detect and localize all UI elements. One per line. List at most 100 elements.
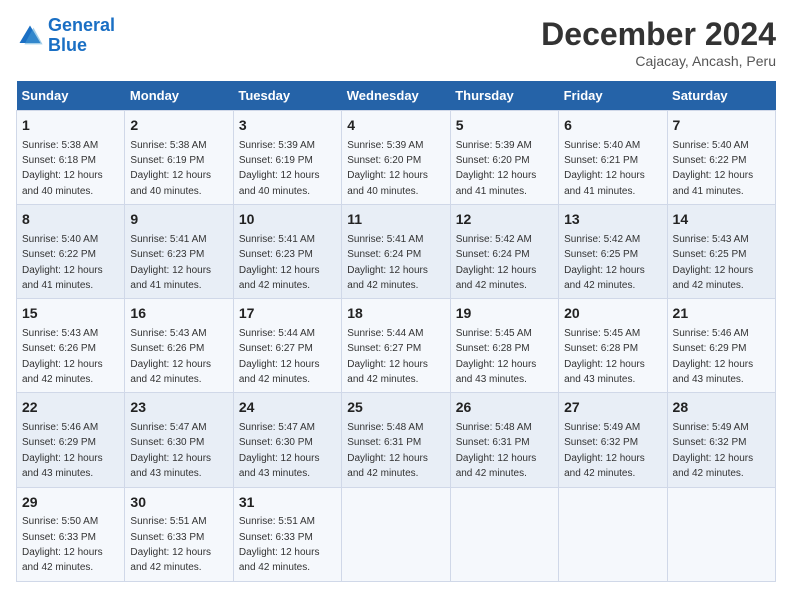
- calendar-cell: 28 Sunrise: 5:49 AMSunset: 6:32 PMDayligh…: [667, 393, 775, 487]
- day-info: Sunrise: 5:49 AMSunset: 6:32 PMDaylight:…: [673, 422, 754, 479]
- calendar-cell: 1 Sunrise: 5:38 AMSunset: 6:18 PMDaylight…: [17, 111, 125, 205]
- calendar-cell: 21Sunrise: 5:46 AMSunset: 6:29 PMDayligh…: [667, 299, 775, 393]
- day-number: 7: [673, 116, 770, 136]
- logo-text: General Blue: [48, 16, 115, 56]
- day-number: 30: [130, 493, 227, 513]
- weekday-header: Tuesday: [233, 81, 341, 111]
- calendar-cell: 15 Sunrise: 5:43 AMSunset: 6:26 PMDayligh…: [17, 299, 125, 393]
- calendar-cell: 5Sunrise: 5:39 AMSunset: 6:20 PMDaylight…: [450, 111, 558, 205]
- calendar-cell: 30 Sunrise: 5:51 AMSunset: 6:33 PMDayligh…: [125, 487, 233, 581]
- calendar-cell: [450, 487, 558, 581]
- day-info: Sunrise: 5:38 AMSunset: 6:19 PMDaylight:…: [130, 140, 211, 197]
- day-number: 27: [564, 398, 661, 418]
- calendar-cell: 3 Sunrise: 5:39 AMSunset: 6:19 PMDaylight…: [233, 111, 341, 205]
- day-info: Sunrise: 5:41 AMSunset: 6:24 PMDaylight:…: [347, 234, 428, 291]
- calendar-cell: [342, 487, 450, 581]
- calendar-cell: 17Sunrise: 5:44 AMSunset: 6:27 PMDayligh…: [233, 299, 341, 393]
- calendar-cell: 20 Sunrise: 5:45 AMSunset: 6:28 PMDayligh…: [559, 299, 667, 393]
- day-number: 23: [130, 398, 227, 418]
- calendar-cell: 9Sunrise: 5:41 AMSunset: 6:23 PMDaylight…: [125, 205, 233, 299]
- calendar-table: SundayMondayTuesdayWednesdayThursdayFrid…: [16, 81, 776, 582]
- day-info: Sunrise: 5:44 AMSunset: 6:27 PMDaylight:…: [347, 328, 428, 385]
- day-number: 25: [347, 398, 444, 418]
- day-info: Sunrise: 5:45 AMSunset: 6:28 PMDaylight:…: [456, 328, 537, 385]
- day-number: 6: [564, 116, 661, 136]
- weekday-header: Sunday: [17, 81, 125, 111]
- main-title: December 2024: [541, 16, 776, 53]
- day-info: Sunrise: 5:39 AMSunset: 6:20 PMDaylight:…: [347, 140, 428, 197]
- calendar-cell: 26 Sunrise: 5:48 AMSunset: 6:31 PMDayligh…: [450, 393, 558, 487]
- day-number: 5: [456, 116, 553, 136]
- calendar-cell: 4 Sunrise: 5:39 AMSunset: 6:20 PMDaylight…: [342, 111, 450, 205]
- day-info: Sunrise: 5:43 AMSunset: 6:25 PMDaylight:…: [673, 234, 754, 291]
- day-info: Sunrise: 5:48 AMSunset: 6:31 PMDaylight:…: [347, 422, 428, 479]
- calendar-cell: 27 Sunrise: 5:49 AMSunset: 6:32 PMDayligh…: [559, 393, 667, 487]
- day-info: Sunrise: 5:45 AMSunset: 6:28 PMDaylight:…: [564, 328, 645, 385]
- calendar-cell: 13Sunrise: 5:42 AMSunset: 6:25 PMDayligh…: [559, 205, 667, 299]
- calendar-cell: [667, 487, 775, 581]
- day-number: 22: [22, 398, 119, 418]
- day-number: 8: [22, 210, 119, 230]
- day-info: Sunrise: 5:48 AMSunset: 6:31 PMDaylight:…: [456, 422, 537, 479]
- calendar-week-row: 1 Sunrise: 5:38 AMSunset: 6:18 PMDaylight…: [17, 111, 776, 205]
- calendar-cell: 6 Sunrise: 5:40 AMSunset: 6:21 PMDaylight…: [559, 111, 667, 205]
- day-number: 1: [22, 116, 119, 136]
- day-number: 4: [347, 116, 444, 136]
- calendar-cell: 23 Sunrise: 5:47 AMSunset: 6:30 PMDayligh…: [125, 393, 233, 487]
- logo: General Blue: [16, 16, 115, 56]
- day-info: Sunrise: 5:51 AMSunset: 6:33 PMDaylight:…: [130, 516, 211, 573]
- calendar-header-row: SundayMondayTuesdayWednesdayThursdayFrid…: [17, 81, 776, 111]
- weekday-header: Thursday: [450, 81, 558, 111]
- day-info: Sunrise: 5:47 AMSunset: 6:30 PMDaylight:…: [130, 422, 211, 479]
- calendar-cell: 8Sunrise: 5:40 AMSunset: 6:22 PMDaylight…: [17, 205, 125, 299]
- day-info: Sunrise: 5:40 AMSunset: 6:22 PMDaylight:…: [673, 140, 754, 197]
- calendar-cell: 14 Sunrise: 5:43 AMSunset: 6:25 PMDayligh…: [667, 205, 775, 299]
- calendar-week-row: 8Sunrise: 5:40 AMSunset: 6:22 PMDaylight…: [17, 205, 776, 299]
- calendar-cell: 16Sunrise: 5:43 AMSunset: 6:26 PMDayligh…: [125, 299, 233, 393]
- calendar-cell: 7 Sunrise: 5:40 AMSunset: 6:22 PMDaylight…: [667, 111, 775, 205]
- day-number: 15: [22, 304, 119, 324]
- day-number: 26: [456, 398, 553, 418]
- day-number: 20: [564, 304, 661, 324]
- subtitle: Cajacay, Ancash, Peru: [541, 53, 776, 69]
- day-number: 11: [347, 210, 444, 230]
- calendar-cell: 19Sunrise: 5:45 AMSunset: 6:28 PMDayligh…: [450, 299, 558, 393]
- calendar-cell: [559, 487, 667, 581]
- page-header: General Blue December 2024 Cajacay, Anca…: [16, 16, 776, 69]
- weekday-header: Wednesday: [342, 81, 450, 111]
- day-number: 31: [239, 493, 336, 513]
- day-number: 3: [239, 116, 336, 136]
- day-info: Sunrise: 5:43 AMSunset: 6:26 PMDaylight:…: [22, 328, 103, 385]
- day-info: Sunrise: 5:51 AMSunset: 6:33 PMDaylight:…: [239, 516, 320, 573]
- calendar-cell: 24Sunrise: 5:47 AMSunset: 6:30 PMDayligh…: [233, 393, 341, 487]
- day-info: Sunrise: 5:46 AMSunset: 6:29 PMDaylight:…: [673, 328, 754, 385]
- day-info: Sunrise: 5:38 AMSunset: 6:18 PMDaylight:…: [22, 140, 103, 197]
- day-number: 12: [456, 210, 553, 230]
- weekday-header: Monday: [125, 81, 233, 111]
- calendar-cell: 18 Sunrise: 5:44 AMSunset: 6:27 PMDayligh…: [342, 299, 450, 393]
- calendar-cell: 12Sunrise: 5:42 AMSunset: 6:24 PMDayligh…: [450, 205, 558, 299]
- day-number: 10: [239, 210, 336, 230]
- calendar-cell: 2Sunrise: 5:38 AMSunset: 6:19 PMDaylight…: [125, 111, 233, 205]
- day-number: 24: [239, 398, 336, 418]
- day-info: Sunrise: 5:40 AMSunset: 6:21 PMDaylight:…: [564, 140, 645, 197]
- day-number: 28: [673, 398, 770, 418]
- day-info: Sunrise: 5:50 AMSunset: 6:33 PMDaylight:…: [22, 516, 103, 573]
- day-info: Sunrise: 5:44 AMSunset: 6:27 PMDaylight:…: [239, 328, 320, 385]
- day-info: Sunrise: 5:42 AMSunset: 6:25 PMDaylight:…: [564, 234, 645, 291]
- day-number: 14: [673, 210, 770, 230]
- day-number: 29: [22, 493, 119, 513]
- day-info: Sunrise: 5:39 AMSunset: 6:19 PMDaylight:…: [239, 140, 320, 197]
- day-number: 18: [347, 304, 444, 324]
- calendar-cell: 10 Sunrise: 5:41 AMSunset: 6:23 PMDayligh…: [233, 205, 341, 299]
- calendar-week-row: 15 Sunrise: 5:43 AMSunset: 6:26 PMDayligh…: [17, 299, 776, 393]
- day-info: Sunrise: 5:41 AMSunset: 6:23 PMDaylight:…: [239, 234, 320, 291]
- day-info: Sunrise: 5:46 AMSunset: 6:29 PMDaylight:…: [22, 422, 103, 479]
- calendar-week-row: 29 Sunrise: 5:50 AMSunset: 6:33 PMDayligh…: [17, 487, 776, 581]
- calendar-cell: 31 Sunrise: 5:51 AMSunset: 6:33 PMDayligh…: [233, 487, 341, 581]
- calendar-cell: 11 Sunrise: 5:41 AMSunset: 6:24 PMDayligh…: [342, 205, 450, 299]
- calendar-week-row: 22 Sunrise: 5:46 AMSunset: 6:29 PMDayligh…: [17, 393, 776, 487]
- weekday-header: Saturday: [667, 81, 775, 111]
- logo-icon: [16, 22, 44, 50]
- day-info: Sunrise: 5:49 AMSunset: 6:32 PMDaylight:…: [564, 422, 645, 479]
